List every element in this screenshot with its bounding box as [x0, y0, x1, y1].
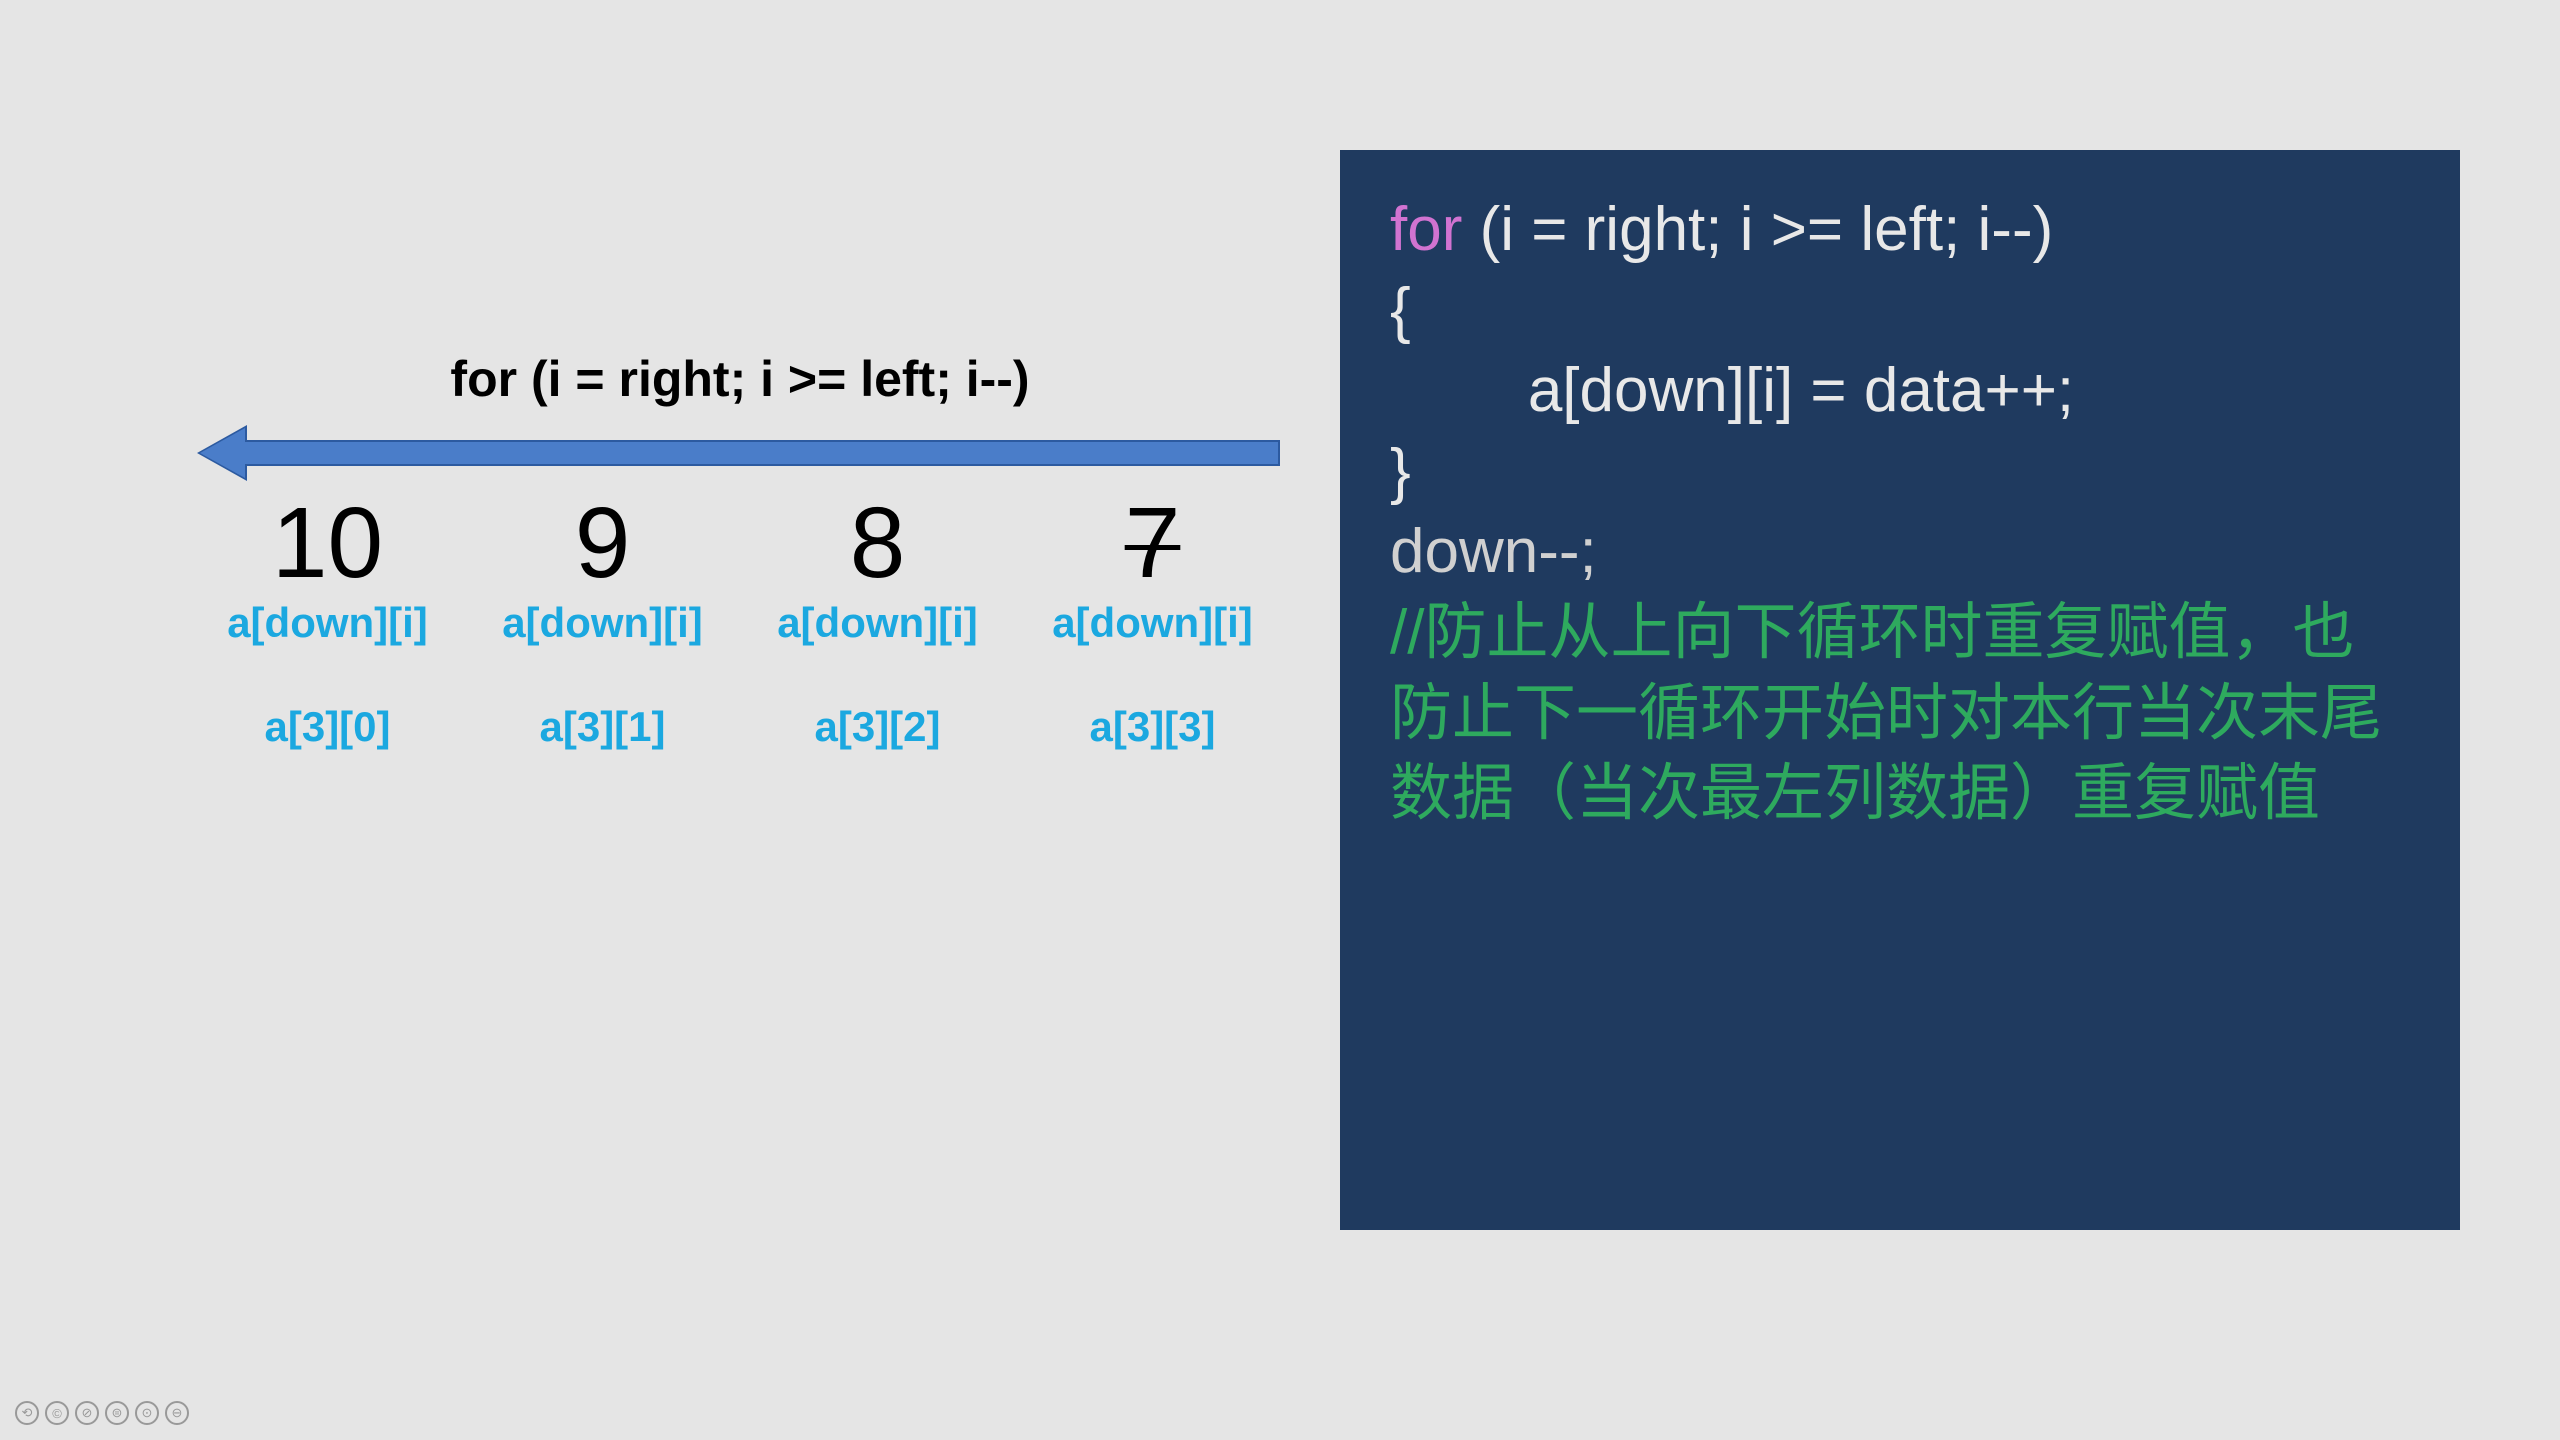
code-line-1: for (i = right; i >= left; i--) [1390, 190, 2410, 271]
array-index: a[3][1] [465, 703, 740, 751]
array-index: a[3][0] [190, 703, 465, 751]
value-number-strike: 7 [1015, 488, 1290, 598]
code-line-3: a[down][i] = data++; [1390, 351, 2410, 432]
diagram-panel: for (i = right; i >= left; i--) 10 a[dow… [150, 350, 1330, 751]
value-cell: 8 a[down][i] a[3][2] [740, 488, 1015, 751]
value-cell: 7 a[down][i] a[3][3] [1015, 488, 1290, 751]
array-index: a[3][2] [740, 703, 1015, 751]
for-loop-caption: for (i = right; i >= left; i--) [150, 350, 1330, 408]
array-expr: a[down][i] [740, 598, 1015, 648]
value-number: 9 [465, 488, 740, 598]
keyword-for: for [1390, 195, 1462, 264]
value-cell: 9 a[down][i] a[3][1] [465, 488, 740, 751]
direction-arrow [200, 428, 1280, 478]
values-row: 10 a[down][i] a[3][0] 9 a[down][i] a[3][… [190, 488, 1290, 751]
footer-icon: ⟲ [15, 1401, 39, 1425]
array-expr: a[down][i] [190, 598, 465, 648]
value-number: 10 [190, 488, 465, 598]
code-line-2: { [1390, 271, 2410, 352]
code-comment: //防止从上向下循环时重复赋值，也防止下一循环开始时对本行当次末尾数据（当次最左… [1390, 593, 2410, 835]
value-cell: 10 a[down][i] a[3][0] [190, 488, 465, 751]
footer-icon: ⊜ [105, 1401, 129, 1425]
code-panel: for (i = right; i >= left; i--) { a[down… [1340, 150, 2460, 1230]
footer-icon: ⊙ [135, 1401, 159, 1425]
footer-icons: ⟲ © ⊘ ⊜ ⊙ ⊖ [15, 1401, 189, 1425]
array-index: a[3][3] [1015, 703, 1290, 751]
footer-icon: ⊖ [165, 1401, 189, 1425]
footer-icon: ⊘ [75, 1401, 99, 1425]
code-line-4: } [1390, 432, 2410, 513]
value-number: 8 [740, 488, 1015, 598]
array-expr: a[down][i] [1015, 598, 1290, 648]
code-line-5: down--; [1390, 512, 2410, 593]
footer-icon: © [45, 1401, 69, 1425]
array-expr: a[down][i] [465, 598, 740, 648]
